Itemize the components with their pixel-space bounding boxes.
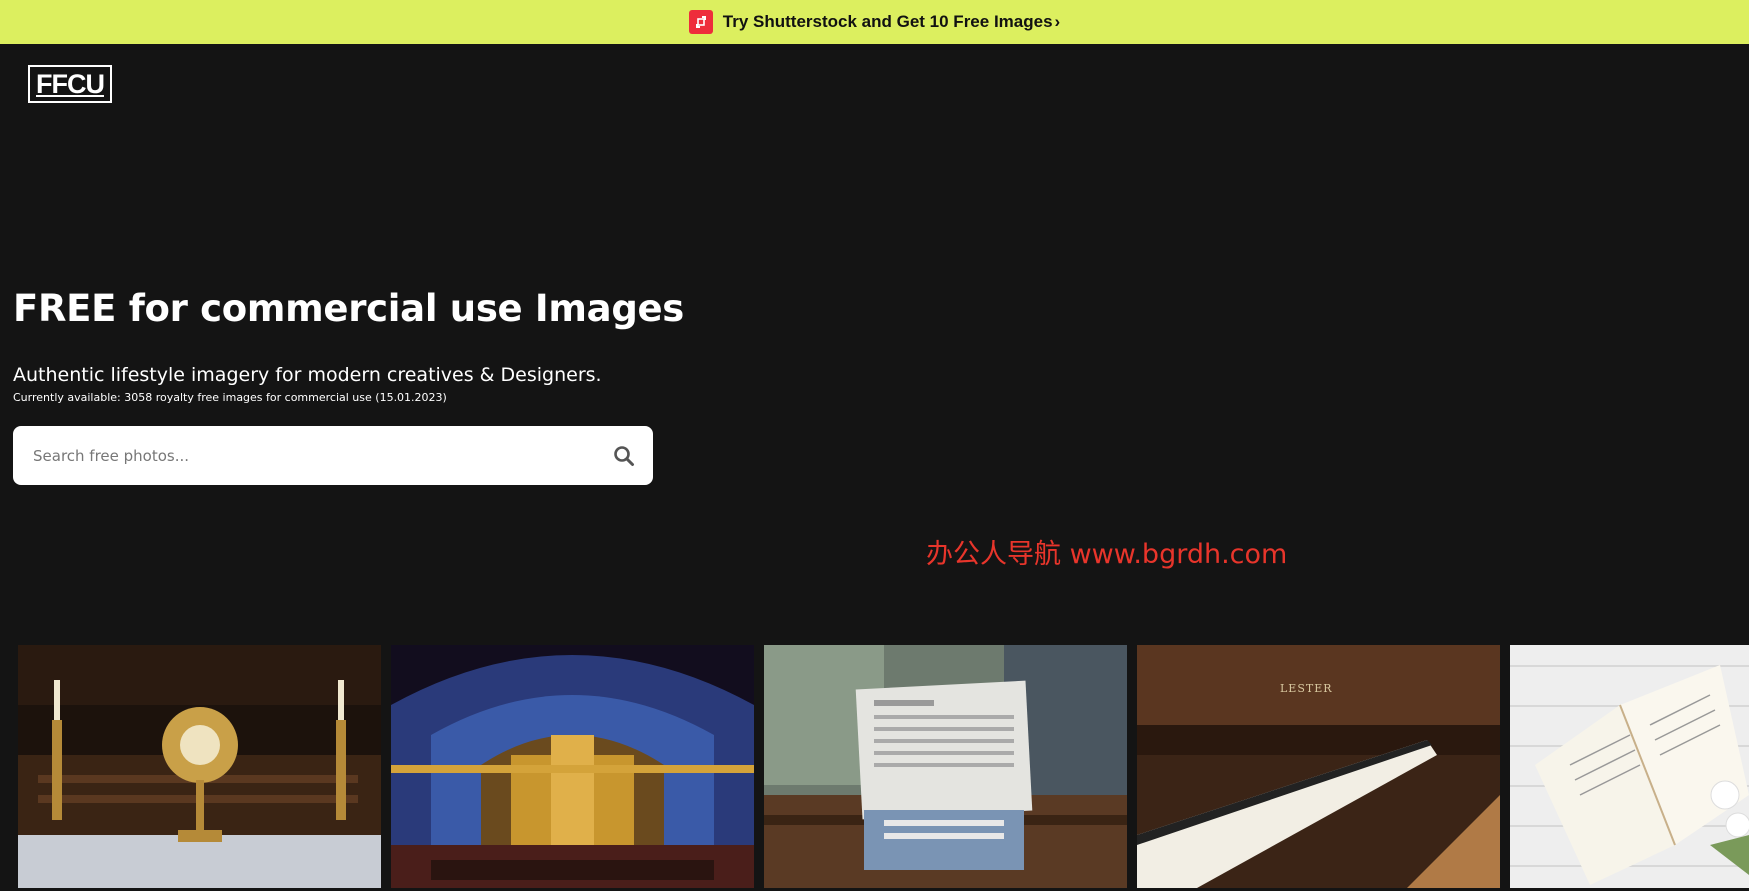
open-book-photo [1510,645,1749,888]
site-logo[interactable]: FFCU [28,65,112,103]
watermark-text: 办公人导航 www.bgrdh.com [926,539,1288,570]
monstrance-altar-photo [18,645,381,888]
logo-text: FFCU [36,68,105,99]
photo-gallery: LESTER [0,645,1749,891]
search-button[interactable] [595,426,653,485]
shutterstock-logo-icon [688,10,713,34]
image-count-note: Currently available: 3058 royalty free i… [13,391,447,404]
basilica-interior-photo [391,645,754,888]
promo-banner-label: Try Shutterstock and Get 10 Free Images [722,12,1053,31]
gallery-image-1[interactable] [18,645,381,888]
man-reading-newspaper-photo [764,645,1127,888]
gallery-image-3[interactable] [764,645,1127,888]
search-input[interactable] [13,426,595,485]
promo-banner-link[interactable]: Try Shutterstock and Get 10 Free Images … [0,0,1749,44]
piano-brand-text: LESTER [1280,682,1333,695]
gallery-image-2[interactable] [391,645,754,888]
piano-keys-photo: LESTER [1137,645,1500,888]
search-icon [614,445,634,466]
hero-subtitle: Authentic lifestyle imagery for modern c… [13,364,602,386]
page-title: FREE for commercial use Images [13,287,685,330]
gallery-image-5[interactable] [1510,645,1749,888]
search-bar [13,426,653,485]
chevron-right-icon: › [1054,12,1061,31]
gallery-image-4[interactable]: LESTER [1137,645,1500,888]
